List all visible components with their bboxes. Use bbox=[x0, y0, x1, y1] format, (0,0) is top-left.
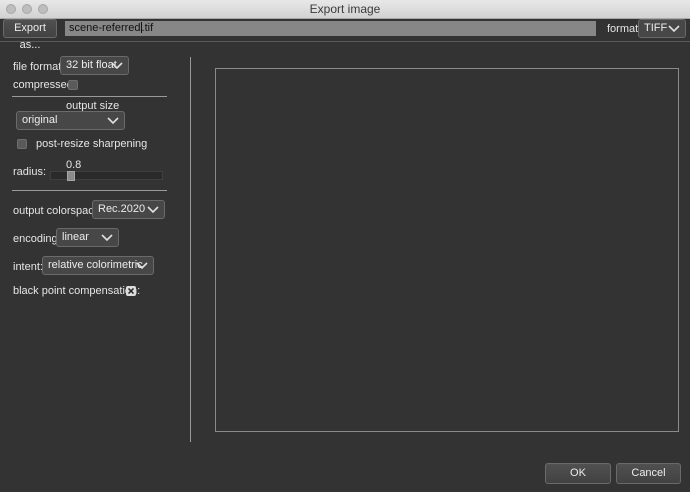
chevron-down-icon bbox=[668, 25, 680, 33]
intent-label: intent: bbox=[13, 261, 43, 273]
radius-slider-thumb[interactable] bbox=[67, 171, 75, 181]
output-size-select-value: original bbox=[22, 114, 58, 126]
export-as-button[interactable]: Export as... bbox=[3, 19, 57, 51]
intent-select[interactable]: relative colorimetric bbox=[42, 256, 154, 275]
filename-input[interactable]: scene-referred.tif bbox=[65, 21, 596, 36]
window-title: Export image bbox=[309, 2, 381, 16]
image-preview-area bbox=[215, 68, 679, 432]
section-divider bbox=[12, 190, 167, 191]
post-resize-sharpening-label: post-resize sharpening bbox=[36, 138, 148, 150]
output-colorspace-select[interactable]: Rec.2020 bbox=[92, 200, 165, 219]
chevron-down-icon bbox=[107, 117, 119, 125]
filename-text-after-caret: .tif bbox=[141, 22, 154, 34]
file-format-select-value: 32 bit float bbox=[66, 59, 117, 71]
zoom-window-button[interactable] bbox=[38, 4, 48, 14]
compressed-label: compressed bbox=[13, 79, 73, 91]
black-point-compensation-label: black point compensation: bbox=[13, 285, 141, 297]
radius-value: 0.8 bbox=[66, 159, 82, 171]
chevron-down-icon bbox=[147, 206, 159, 214]
minimize-window-button[interactable] bbox=[22, 4, 32, 14]
black-point-compensation-checkbox[interactable] bbox=[126, 286, 136, 296]
filename-text-before-caret: scene-referred bbox=[69, 22, 141, 34]
close-window-button[interactable] bbox=[6, 4, 16, 14]
top-separator bbox=[0, 41, 690, 42]
format-select-value: TIFF bbox=[644, 22, 668, 34]
checkmark-x-icon bbox=[128, 288, 134, 294]
format-select[interactable]: TIFF bbox=[638, 19, 686, 38]
ok-button[interactable]: OK bbox=[545, 463, 611, 484]
encoding-label: encoding: bbox=[13, 233, 61, 245]
encoding-select-value: linear bbox=[62, 231, 89, 243]
window-titlebar: Export image bbox=[0, 0, 690, 19]
output-size-select[interactable]: original bbox=[16, 111, 125, 130]
chevron-down-icon bbox=[111, 62, 123, 70]
intent-select-value: relative colorimetric bbox=[48, 259, 143, 271]
section-divider bbox=[12, 96, 167, 97]
compressed-checkbox[interactable] bbox=[68, 80, 78, 90]
radius-label: radius: bbox=[13, 166, 47, 178]
panel-divider bbox=[190, 57, 191, 442]
output-colorspace-select-value: Rec.2020 bbox=[98, 203, 146, 215]
encoding-select[interactable]: linear bbox=[56, 228, 119, 247]
file-format-select[interactable]: 32 bit float bbox=[60, 56, 129, 75]
cancel-button[interactable]: Cancel bbox=[616, 463, 681, 484]
chevron-down-icon bbox=[101, 234, 113, 242]
file-format-label: file format: bbox=[13, 61, 65, 73]
output-colorspace-label: output colorspace: bbox=[13, 205, 103, 217]
chevron-down-icon bbox=[136, 262, 148, 270]
post-resize-sharpening-checkbox[interactable] bbox=[17, 139, 27, 149]
format-label: format: bbox=[607, 23, 642, 35]
